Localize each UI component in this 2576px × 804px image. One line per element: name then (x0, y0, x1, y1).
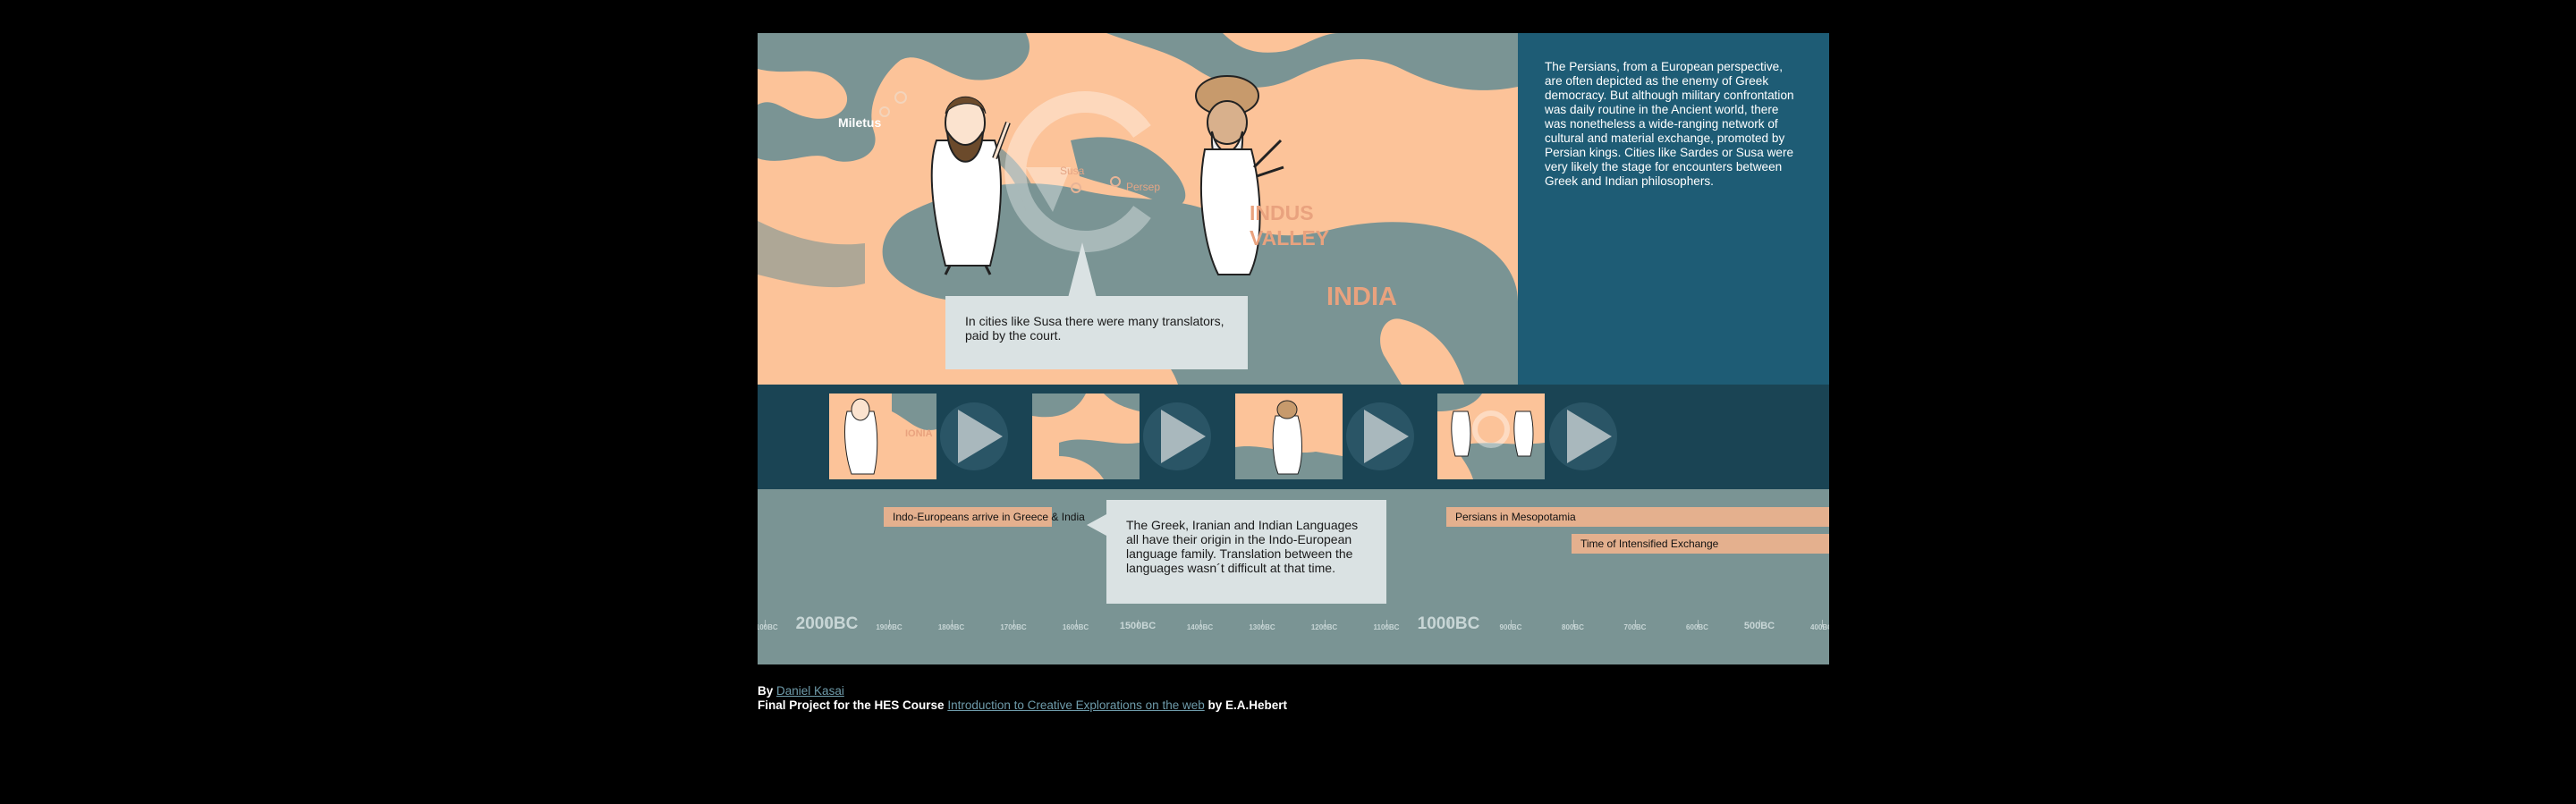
timeline-tick-label: 1400BC (1186, 623, 1214, 631)
timeline-tick-label: 2100BC (758, 623, 778, 631)
map-label-susa: Susa (1060, 165, 1085, 177)
timeline-tick-label: 2000BC (795, 614, 859, 633)
timeline-tick-label: 800BC (1562, 623, 1584, 631)
footer-course-prefix: Final Project for the HES Course (758, 698, 945, 712)
timeline-tick-label: 1800BC (937, 623, 965, 631)
timeline-tick-label: 900BC (1499, 623, 1522, 631)
scene-strip: IONIA (758, 385, 1829, 489)
timeline-tick-label: 1200BC (1310, 623, 1338, 631)
timeline-tick-label: 400BC (1810, 623, 1829, 631)
map-label-india: INDIA (1326, 283, 1397, 311)
note-pointer (1087, 514, 1106, 536)
author-link[interactable]: Daniel Kasai (776, 684, 844, 698)
caption-pointer (1068, 242, 1097, 298)
timeline-tick-label: 1900BC (876, 623, 902, 631)
timeline: Indo-Europeans arrive in Greece & India … (758, 489, 1829, 664)
scene-thumbnail-3[interactable] (1235, 394, 1343, 479)
timeline-note: The Greek, Iranian and Indian Languages … (1106, 500, 1386, 604)
map-label-miletus: Miletus (838, 115, 882, 130)
timeline-tick-label: 1700BC (1000, 623, 1027, 631)
scene-thumbnail-4[interactable] (1437, 394, 1545, 479)
timeline-tick-label: 600BC (1686, 623, 1708, 631)
map-scene: Miletus Susa Persep INDUS VALLEY INDIA I… (758, 33, 1518, 385)
map-label-persepolis: Persep (1126, 181, 1161, 193)
timeline-tick-label: 700BC (1623, 623, 1647, 631)
timeline-tick-label: 1600BC (1062, 623, 1089, 631)
scene-caption: In cities like Susa there were many tran… (945, 296, 1248, 369)
scene-thumbnail-1[interactable]: IONIA (829, 394, 936, 479)
timeline-tick-label: 1300BC (1249, 623, 1275, 631)
timeline-event-persians[interactable]: Persians in Mesopotamia (1446, 507, 1829, 527)
scene-thumbnail-2[interactable] (1032, 394, 1140, 479)
timeline-tick-label: 500BC (1743, 621, 1775, 631)
timeline-event-indo-europeans[interactable]: Indo-Europeans arrive in Greece & India (884, 507, 1085, 527)
play-icon[interactable] (938, 401, 1010, 472)
play-icon[interactable] (1344, 401, 1416, 472)
footer-by: By (758, 684, 774, 698)
footer: By Daniel Kasai Final Project for the HE… (758, 684, 1287, 713)
story-viewer: Miletus Susa Persep INDUS VALLEY INDIA I… (758, 33, 1829, 664)
timeline-tick-label: 1000BC (1417, 614, 1480, 633)
footer-course-suffix: by E.A.Hebert (1208, 698, 1288, 712)
timeline-event-intensified-exchange[interactable]: Time of Intensified Exchange (1572, 534, 1829, 554)
timeline-tick-label: 1100BC (1373, 623, 1400, 631)
svg-text:IONIA: IONIA (905, 428, 933, 439)
map-label-indus-valley: INDUS VALLEY (1250, 201, 1330, 250)
play-icon[interactable] (1141, 401, 1213, 472)
info-panel: The Persians, from a European perspectiv… (1518, 33, 1829, 385)
play-icon[interactable] (1547, 401, 1619, 472)
course-link[interactable]: Introduction to Creative Explorations on… (947, 698, 1204, 712)
info-text: The Persians, from a European perspectiv… (1545, 60, 1794, 188)
timeline-tick-label: 1500BC (1119, 621, 1157, 631)
